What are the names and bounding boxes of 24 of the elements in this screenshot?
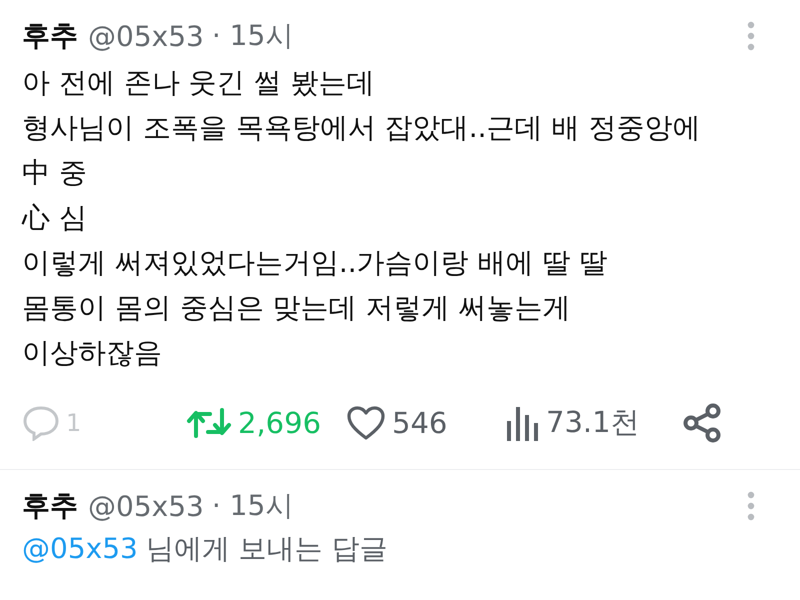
- tweet-text-line: 心 심: [22, 200, 88, 236]
- action-count: 73.1천: [546, 404, 640, 441]
- tweet-text-line: 아 전에 존나 웃긴 썰 봤는데: [22, 65, 376, 101]
- reply-context: 님에게 보내는 답글: [146, 531, 388, 567]
- tweet-text-line: 이상하잖음: [22, 335, 163, 371]
- more-icon[interactable]: [746, 491, 756, 521]
- post-time: · 15시: [212, 488, 294, 524]
- action-count: 2,696: [238, 406, 322, 440]
- tweet-text-line: 中 중: [22, 155, 88, 191]
- tweet-text-line: 형사님이 조폭을 목욕탕에서 잡았대..근데 배 정중앙에: [22, 110, 702, 146]
- heart-icon[interactable]: [346, 405, 386, 441]
- tweet-text-line: 몸통이 몸의 중심은 맞는데 저렇게 써놓는게: [22, 290, 572, 326]
- action-count: 1: [66, 409, 82, 437]
- reply-icon[interactable]: [22, 405, 60, 441]
- author-name[interactable]: 후추: [22, 487, 78, 525]
- author-handle: @05x53: [88, 20, 204, 52]
- action-count: 546: [392, 406, 448, 440]
- bar-chart-icon[interactable]: [506, 405, 540, 441]
- share-icon[interactable]: [682, 403, 722, 443]
- tweet-text-line: 이렇게 써져있었다는거임..가슴이랑 배에 딸 딸: [22, 245, 608, 281]
- more-icon[interactable]: [746, 21, 756, 51]
- post-time: · 15시: [212, 18, 294, 54]
- author-handle: @05x53: [88, 490, 204, 522]
- author-name[interactable]: 후추: [22, 17, 78, 55]
